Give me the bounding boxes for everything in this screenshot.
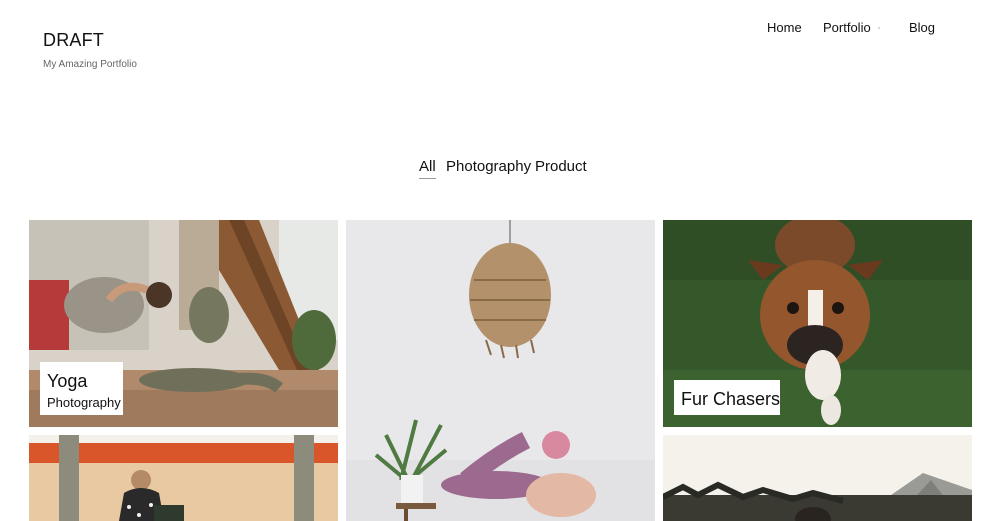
portfolio-item-category: Photography xyxy=(47,395,121,410)
site-title[interactable]: DRAFT xyxy=(43,30,137,50)
lamp-yoga-photo xyxy=(346,220,655,521)
nav-item-portfolio[interactable]: Portfolio xyxy=(823,20,871,35)
fashion-photo xyxy=(29,435,338,521)
portfolio-item-caption: Fur Chasers xyxy=(674,380,780,415)
portfolio-item-fur-chasers[interactable]: Fur Chasers xyxy=(663,220,972,427)
portfolio-item-title: Fur Chasers xyxy=(681,389,781,409)
nav-separator-dot xyxy=(878,27,880,29)
portfolio-item-landscape[interactable] xyxy=(663,435,972,521)
filter-product[interactable]: Product xyxy=(535,158,587,175)
filter-all[interactable]: All xyxy=(419,158,436,179)
portfolio-item-yoga[interactable]: Yoga Photography xyxy=(29,220,338,427)
landscape-photo xyxy=(663,435,972,521)
portfolio-item-fashion[interactable] xyxy=(29,435,338,521)
site-branding: DRAFT My Amazing Portfolio xyxy=(43,30,137,70)
portfolio-item-title: Yoga xyxy=(47,371,88,391)
portfolio-filter-bar: All Photography Product xyxy=(0,158,1000,180)
portfolio-item-lamp-yoga[interactable] xyxy=(346,220,655,521)
site-tagline: My Amazing Portfolio xyxy=(43,59,137,70)
nav-item-blog[interactable]: Blog xyxy=(909,20,935,35)
filter-photography[interactable]: Photography xyxy=(446,158,531,175)
nav-item-home[interactable]: Home xyxy=(767,20,802,35)
portfolio-item-caption: Yoga Photography xyxy=(40,362,123,415)
